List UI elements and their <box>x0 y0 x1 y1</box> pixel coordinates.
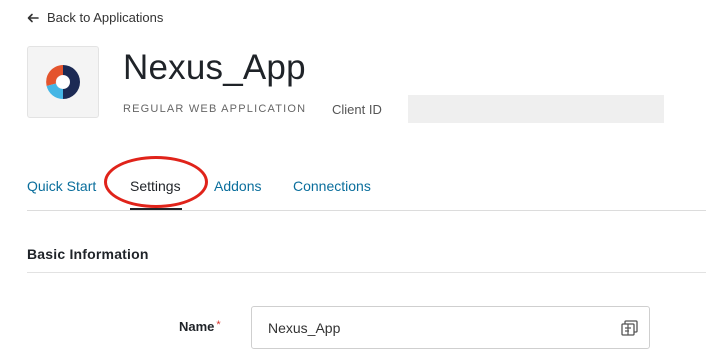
name-field <box>251 306 650 349</box>
tabs-divider <box>27 210 706 211</box>
back-to-applications-link[interactable]: Back to Applications <box>27 10 163 25</box>
name-input[interactable] <box>252 307 628 348</box>
section-divider <box>27 272 706 273</box>
id-card-icon[interactable] <box>621 320 639 341</box>
app-name: Nexus_App <box>123 48 306 87</box>
tab-settings[interactable]: Settings <box>130 178 181 194</box>
client-id-label: Client ID <box>332 102 382 117</box>
tab-connections[interactable]: Connections <box>293 178 371 194</box>
client-id-value[interactable] <box>408 95 664 123</box>
application-settings-page: Back to Applications Nexus_App REGULAR W… <box>0 0 706 361</box>
required-mark: * <box>216 319 221 331</box>
arrow-left-icon <box>27 13 39 23</box>
app-logo <box>27 46 99 118</box>
name-label-text: Name <box>179 319 215 334</box>
tab-addons[interactable]: Addons <box>214 178 261 194</box>
tab-quick-start[interactable]: Quick Start <box>27 178 96 194</box>
section-title: Basic Information <box>27 246 149 262</box>
back-link-label: Back to Applications <box>47 10 164 25</box>
name-field-label: Name * <box>179 319 221 334</box>
app-type: REGULAR WEB APPLICATION <box>123 103 307 115</box>
